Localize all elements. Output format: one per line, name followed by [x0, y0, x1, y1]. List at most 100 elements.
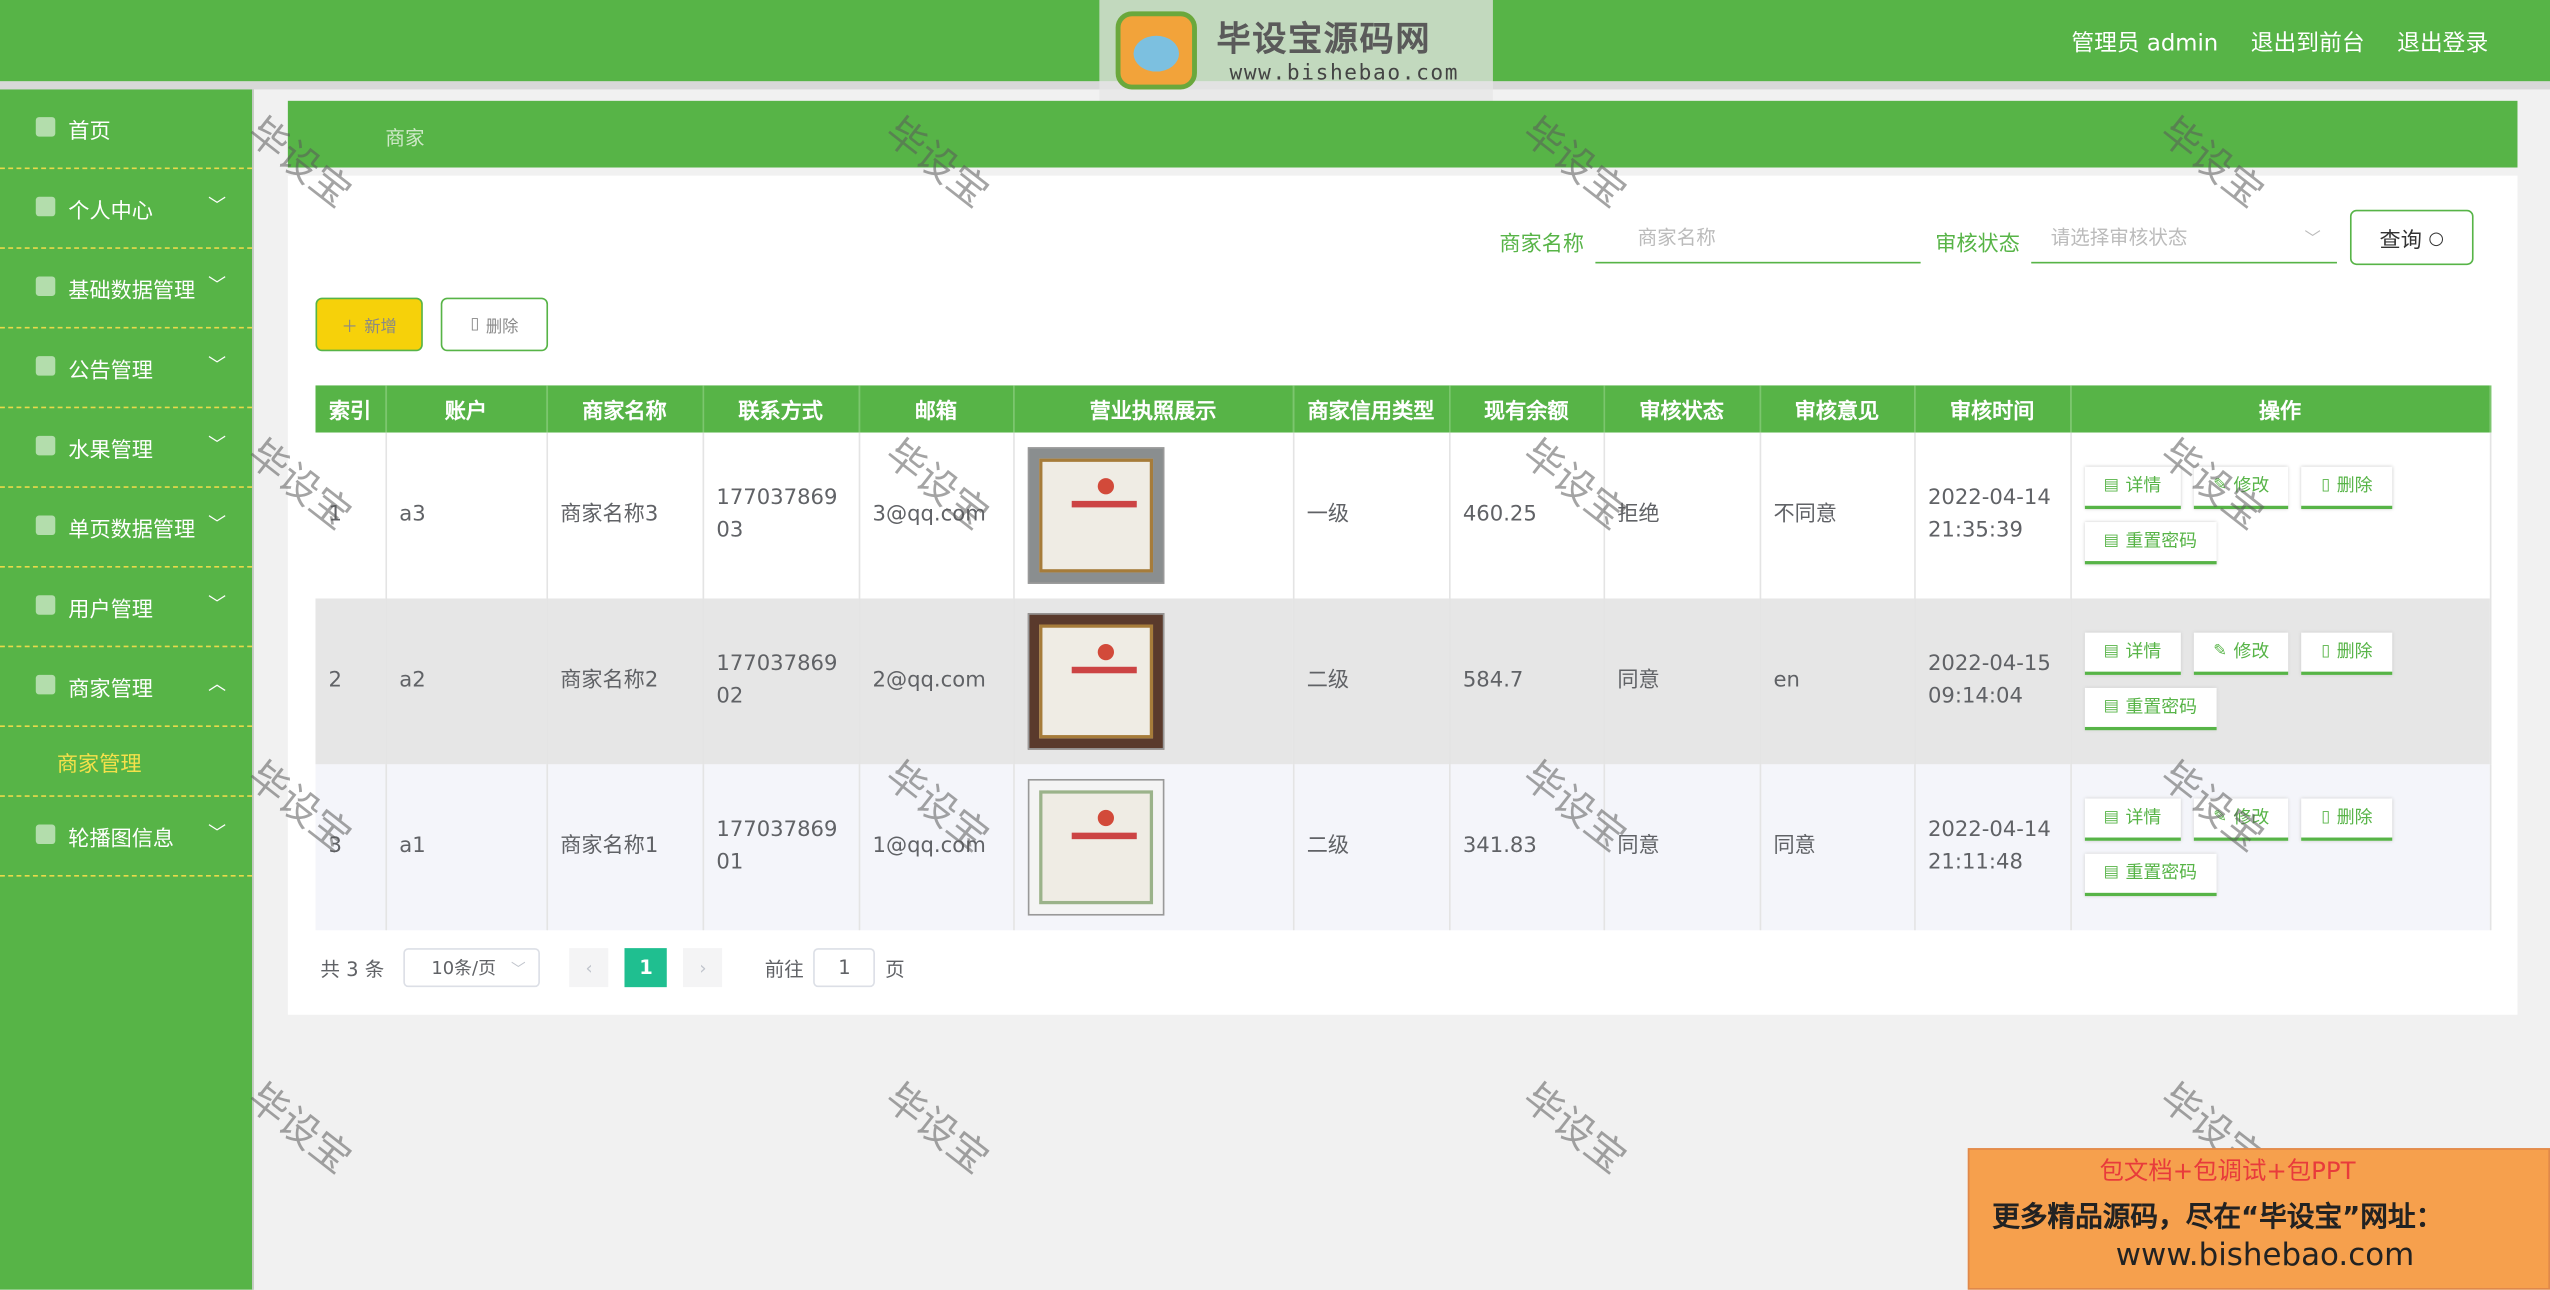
- admin-label[interactable]: 管理员 admin: [2071, 26, 2218, 59]
- image-icon: [35, 824, 56, 845]
- chevron-down-icon: ﹀: [208, 593, 227, 615]
- page-size-value: 10条/页: [431, 957, 496, 980]
- edit-button[interactable]: ✎ 修改: [2193, 798, 2289, 841]
- batch-delete-button[interactable]: ▯ 删除: [440, 297, 549, 352]
- edit-label: 修改: [2233, 640, 2270, 662]
- detail-button[interactable]: ▤ 详情: [2084, 798, 2181, 841]
- sidebar: 首页 个人中心 ﹀ 基础数据管理 ﹀ 公告管理 ﹀ 水果管理 ﹀ 单页数据管理 …: [0, 89, 254, 1290]
- delete-button-label: 删除: [485, 318, 519, 337]
- document-icon: ▤: [2103, 642, 2119, 661]
- reset-password-button[interactable]: ▤ 重置密码: [2084, 522, 2217, 565]
- back-to-front-link[interactable]: 退出到前台: [2251, 26, 2365, 59]
- merchant-name-input[interactable]: 商家名称: [1595, 211, 1921, 264]
- cell-index: 2: [315, 598, 387, 765]
- cell-audit-opinion: 同意: [1759, 764, 1915, 931]
- cell-merchant-name: 商家名称1: [546, 764, 704, 931]
- query-button[interactable]: 查询 ○: [2349, 209, 2474, 266]
- sidebar-item-carousel[interactable]: 轮播图信息 ﹀: [0, 797, 253, 877]
- cell-license: [1013, 764, 1294, 931]
- business-license-image[interactable]: [1026, 613, 1164, 750]
- search-icon: ○: [2428, 226, 2444, 249]
- sidebar-item-label: 单页数据管理: [68, 517, 196, 543]
- delete-button[interactable]: ▯ 删除: [2301, 466, 2393, 510]
- edit-button[interactable]: ✎ 修改: [2193, 632, 2289, 675]
- watermark: 毕设宝: [876, 1074, 997, 1183]
- sidebar-item-notices[interactable]: 公告管理 ﹀: [0, 329, 253, 409]
- next-page-button[interactable]: ›: [683, 948, 723, 988]
- reset-password-button[interactable]: ▤ 重置密码: [2084, 687, 2217, 731]
- logo-title: 毕设宝源码网: [1216, 19, 1432, 59]
- sidebar-item-personal-center[interactable]: 个人中心 ﹀: [0, 169, 253, 249]
- delete-button[interactable]: ▯ 删除: [2301, 632, 2393, 675]
- goto-page-input[interactable]: 1: [813, 948, 876, 988]
- delete-button[interactable]: ▯ 删除: [2301, 798, 2393, 841]
- cell-credit-type: 一级: [1292, 432, 1450, 599]
- audit-status-select[interactable]: 请选择审核状态 ﹀: [2031, 211, 2337, 264]
- logout-link[interactable]: 退出登录: [2397, 26, 2488, 59]
- sidebar-item-merchants[interactable]: 商家管理 ︿: [0, 647, 253, 727]
- chevron-down-icon: ﹀: [2304, 230, 2321, 249]
- edit-button[interactable]: ✎ 修改: [2193, 466, 2289, 510]
- delete-label: 删除: [2336, 640, 2373, 662]
- trash-icon: ▯: [470, 315, 480, 334]
- sidebar-item-label: 首页: [68, 119, 111, 144]
- pagination: 共 3 条 10条/页 ﹀ ‹ 1 › 前往 1 页: [320, 948, 905, 988]
- column-header: 操作: [2070, 385, 2491, 433]
- business-license-image[interactable]: [1026, 447, 1164, 584]
- add-button-label: 新增: [364, 318, 397, 337]
- cell-phone: 17703786902: [702, 598, 860, 765]
- list-icon: [35, 435, 56, 456]
- cell-operations: ▤ 详情 ✎ 修改 ▯ 删除 ▤ 重置密码: [2070, 764, 2491, 931]
- edit-icon: ✎: [2213, 808, 2227, 827]
- document-icon: ▤: [2103, 697, 2119, 716]
- column-header: 审核状态: [1603, 385, 1761, 433]
- chevron-down-icon: ﹀: [208, 274, 227, 296]
- detail-button[interactable]: ▤ 详情: [2084, 466, 2181, 510]
- ad-line-1: 包文档+包调试+包PPT: [2099, 1156, 2356, 1186]
- page-number-current[interactable]: 1: [624, 948, 668, 988]
- add-button[interactable]: ＋ 新增: [315, 297, 423, 352]
- cell-email: 1@qq.com: [858, 764, 1014, 931]
- sidebar-item-home[interactable]: 首页: [0, 89, 253, 170]
- cell-index: 3: [315, 764, 387, 931]
- ad-line-3: www.bishebao.com: [2115, 1237, 2415, 1274]
- cell-email: 3@qq.com: [858, 432, 1014, 599]
- sidebar-item-users[interactable]: 用户管理 ﹀: [0, 568, 253, 648]
- column-header: 联系方式: [702, 385, 860, 433]
- merchant-table: 索引 账户 商家名称 联系方式 邮箱 营业执照展示 商家信用类型 现有余额 审核…: [315, 385, 2491, 931]
- prev-page-button[interactable]: ‹: [569, 948, 609, 988]
- sidebar-item-single-page[interactable]: 单页数据管理 ﹀: [0, 488, 253, 568]
- cell-audit-status: 同意: [1603, 598, 1761, 765]
- plus-icon: ＋: [341, 318, 358, 337]
- cell-index: 1: [315, 432, 387, 599]
- sidebar-item-fruits[interactable]: 水果管理 ﹀: [0, 408, 253, 488]
- logo-badge-icon: [1115, 11, 1197, 90]
- logo-url: www.bishebao.com: [1229, 61, 1460, 87]
- cell-operations: ▤ 详情 ✎ 修改 ▯ 删除 ▤ 重置密码: [2070, 598, 2491, 765]
- watermark: 毕设宝: [239, 1074, 360, 1183]
- home-icon: [35, 117, 56, 137]
- reset-password-label: 重置密码: [2125, 696, 2198, 718]
- query-button-label: 查询: [2379, 228, 2422, 253]
- sidebar-item-label: 基础数据管理: [68, 278, 196, 304]
- breadcrumb-current: 商家: [385, 126, 425, 150]
- table-row: 2 a2 商家名称2 17703786902 2@qq.com 二级 584.7…: [315, 598, 2491, 765]
- page-size-select[interactable]: 10条/页 ﹀: [403, 948, 541, 988]
- column-header: 账户: [385, 385, 548, 433]
- chevron-left-icon: ‹: [585, 957, 593, 979]
- sidebar-item-basic-data[interactable]: 基础数据管理 ﹀: [0, 249, 253, 329]
- chevron-down-icon: ﹀: [511, 961, 526, 979]
- delete-label: 删除: [2336, 806, 2373, 828]
- reset-password-label: 重置密码: [2125, 861, 2198, 884]
- sidebar-subitem-merchant-management[interactable]: 商家管理: [0, 727, 253, 797]
- detail-button[interactable]: ▤ 详情: [2084, 632, 2181, 675]
- total-count: 共 3 条: [320, 957, 385, 980]
- chevron-right-icon: ›: [699, 957, 707, 979]
- reset-password-button[interactable]: ▤ 重置密码: [2084, 853, 2217, 897]
- document-icon: ▤: [2103, 808, 2119, 827]
- table-row: 3 a1 商家名称1 17703786901 1@qq.com 二级 341.8…: [315, 764, 2491, 931]
- advertisement-banner[interactable]: 包文档+包调试+包PPT 更多精品源码，尽在“毕设宝”网址： www.bishe…: [1967, 1148, 2550, 1290]
- business-license-image[interactable]: [1026, 778, 1164, 916]
- page: 管理员 admin 退出到前台 退出登录 毕设宝源码网 www.bishebao…: [0, 0, 2550, 1290]
- cell-operations: ▤ 详情 ✎ 修改 ▯ 删除 ▤ 重置密码: [2070, 432, 2491, 599]
